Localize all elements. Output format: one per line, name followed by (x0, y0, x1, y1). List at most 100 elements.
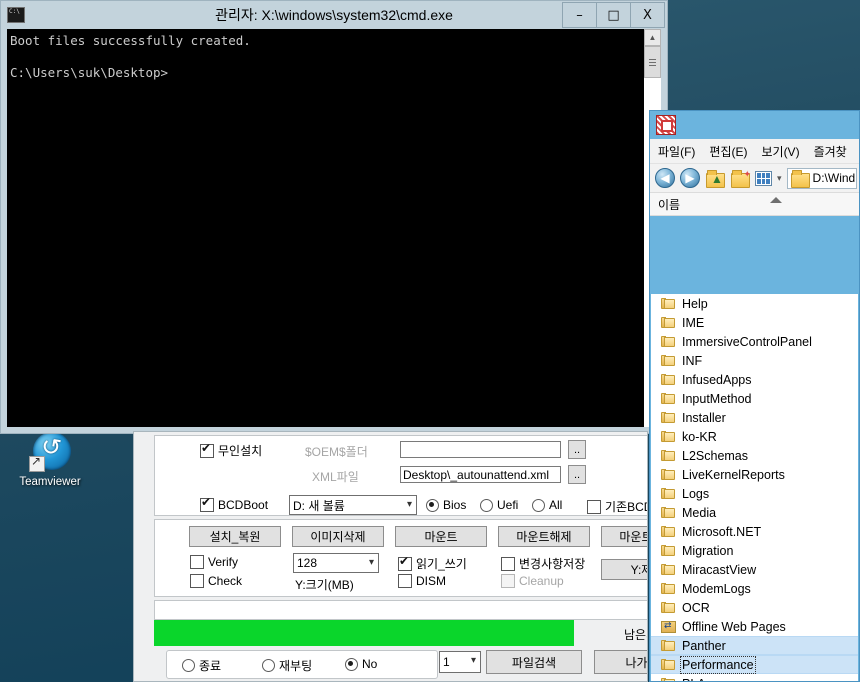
list-item-label: L2Schemas (682, 448, 749, 463)
list-item[interactable]: Installer (651, 408, 858, 427)
radio-reboot[interactable]: 재부팅 (262, 657, 312, 674)
file-list[interactable]: Help IME ImmersiveControlPanel INF InfusedAp… (651, 294, 858, 681)
list-item[interactable]: Help (651, 294, 858, 313)
back-icon[interactable]: ◀ (655, 168, 675, 188)
list-item-label: MiracastView (682, 562, 757, 577)
list-item[interactable]: OCR (651, 598, 858, 617)
list-item[interactable]: Performance (651, 655, 858, 674)
exit-button[interactable]: 나가기 (594, 650, 647, 674)
up-folder-icon[interactable]: ▲ (705, 169, 725, 188)
address-bar[interactable]: D:\Wind (786, 167, 857, 189)
mount-list-button[interactable]: 마운트목록 (601, 526, 647, 547)
radio-shutdown[interactable]: 종료 (182, 657, 221, 674)
radio-all[interactable]: All (532, 498, 562, 512)
menu-favorites[interactable]: 즐겨찾 (814, 143, 847, 160)
list-item-label: InfusedApps (682, 372, 752, 387)
console-area[interactable]: Boot files successfully created. C:\User… (7, 29, 661, 427)
list-item[interactable]: ko-KR (651, 427, 858, 446)
install-restore-button[interactable]: 설치_복원 (189, 526, 281, 547)
desktop-icon-teamviewer[interactable]: ↺ Teamviewer (12, 432, 88, 488)
verify-checkbox[interactable]: Verify (190, 555, 238, 569)
checkbox-box (200, 495, 214, 512)
folder-icon (661, 335, 676, 348)
checkbox-box (587, 499, 601, 514)
menu-view[interactable]: 보기(V) (761, 143, 799, 160)
chevron-down-icon: ▾ (406, 499, 412, 510)
explorer-toolbar[interactable]: ◀ ▶ ▲ ✦ ▾ D:\Wind (650, 164, 859, 193)
progress-bar-fill (154, 620, 574, 646)
list-item[interactable]: MiracastView (651, 560, 858, 579)
list-item[interactable]: PLA (651, 674, 858, 681)
oem-browse-button[interactable]: .. (568, 440, 586, 459)
folder-icon (661, 639, 676, 652)
list-item-label: Help (682, 296, 708, 311)
list-item-label: LiveKernelReports (682, 467, 785, 482)
file-explorer-window[interactable]: 파일(F) 편집(E) 보기(V) 즐겨찾 ◀ ▶ ▲ ✦ ▾ D:\Wind … (649, 110, 860, 682)
xml-browse-button[interactable]: .. (568, 465, 586, 484)
remove-existing-bcd-checkbox[interactable]: 기존BCD제거 (587, 498, 647, 515)
list-item[interactable]: LiveKernelReports (651, 465, 858, 484)
check-checkbox[interactable]: Check (190, 574, 242, 588)
menu-edit[interactable]: 편집(E) (709, 143, 747, 160)
radio-no[interactable]: No (345, 657, 377, 671)
list-item[interactable]: INF (651, 351, 858, 370)
views-icon[interactable] (755, 170, 772, 186)
xml-file-field[interactable]: Desktop\_autounattend.xml (400, 466, 561, 483)
radio-bios[interactable]: Bios (426, 498, 466, 512)
oem-folder-field[interactable] (400, 441, 561, 458)
cmd-window[interactable]: 관리자: X:\windows\system32\cmd.exe – □ X B… (0, 0, 668, 434)
maximize-button[interactable]: □ (596, 2, 631, 28)
list-item[interactable]: L2Schemas (651, 446, 858, 465)
actions-group: 설치_복원 이미지삭제 마운트 마운트해제 마운트목록 Verify Check… (154, 519, 647, 597)
minimize-button[interactable]: – (562, 2, 597, 28)
radio-uefi[interactable]: Uefi (480, 498, 518, 512)
log-strip (154, 600, 647, 620)
bcdboot-volume-value: D: 새 볼륨 (293, 498, 345, 513)
unmount-button[interactable]: 마운트해제 (498, 526, 590, 547)
list-item[interactable]: Logs (651, 484, 858, 503)
scroll-up-icon[interactable]: ▲ (644, 29, 661, 46)
list-item[interactable]: IME (651, 313, 858, 332)
list-item[interactable]: Panther (651, 636, 858, 655)
remove-y-button[interactable]: Y:제거 (601, 559, 647, 580)
list-item[interactable]: InfusedApps (651, 370, 858, 389)
list-item[interactable]: Offline Web Pages (651, 617, 858, 636)
folder-icon (661, 582, 676, 595)
readwrite-checkbox[interactable]: 읽기_쓰기 (398, 554, 467, 572)
chevron-down-icon: ▾ (470, 655, 476, 666)
list-item[interactable]: InputMethod (651, 389, 858, 408)
forward-icon[interactable]: ▶ (680, 168, 700, 188)
unattend-checkbox[interactable]: 무인설치 (200, 441, 262, 459)
dism-label: DISM (416, 574, 446, 588)
count-select[interactable]: 1 ▾ (439, 651, 481, 673)
explorer-menu-bar[interactable]: 파일(F) 편집(E) 보기(V) 즐겨찾 (650, 139, 859, 164)
menu-file[interactable]: 파일(F) (658, 143, 695, 160)
bcdboot-volume-select[interactable]: D: 새 볼륨 ▾ (289, 495, 417, 515)
column-header-name[interactable]: 이름 (650, 193, 859, 216)
list-item-label: IME (682, 315, 705, 330)
file-search-button[interactable]: 파일검색 (486, 650, 582, 674)
views-caret-icon[interactable]: ▾ (777, 173, 782, 184)
cleanup-checkbox[interactable]: Cleanup (501, 574, 564, 588)
close-button[interactable]: X (630, 2, 665, 28)
folder-icon (661, 658, 676, 671)
cmd-title-bar[interactable]: 관리자: X:\windows\system32\cmd.exe – □ X (1, 1, 667, 29)
list-item[interactable]: Migration (651, 541, 858, 560)
console-output: Boot files successfully created. C:\User… (10, 33, 251, 80)
bcdboot-checkbox[interactable]: BCDBoot (200, 495, 268, 512)
save-changes-checkbox[interactable]: 변경사항저장 (501, 555, 585, 572)
list-item[interactable]: Media (651, 503, 858, 522)
size-select[interactable]: 128 ▾ (293, 553, 379, 573)
list-item[interactable]: ImmersiveControlPanel (651, 332, 858, 351)
list-item-label: Performance (680, 655, 756, 674)
explorer-title-bar[interactable] (650, 111, 859, 139)
scrollbar-thumb[interactable] (644, 46, 661, 78)
list-item[interactable]: ModemLogs (651, 579, 858, 598)
checkbox-box (190, 555, 204, 569)
dism-checkbox[interactable]: DISM (398, 574, 446, 588)
mount-button[interactable]: 마운트 (395, 526, 487, 547)
delete-image-button[interactable]: 이미지삭제 (292, 526, 384, 547)
new-folder-icon[interactable]: ✦ (730, 169, 751, 188)
imaging-tool-dialog[interactable]: 무인설치 $OEM$폴더 .. XML파일 Desktop\_autounatt… (133, 431, 648, 682)
list-item[interactable]: Microsoft.NET (651, 522, 858, 541)
